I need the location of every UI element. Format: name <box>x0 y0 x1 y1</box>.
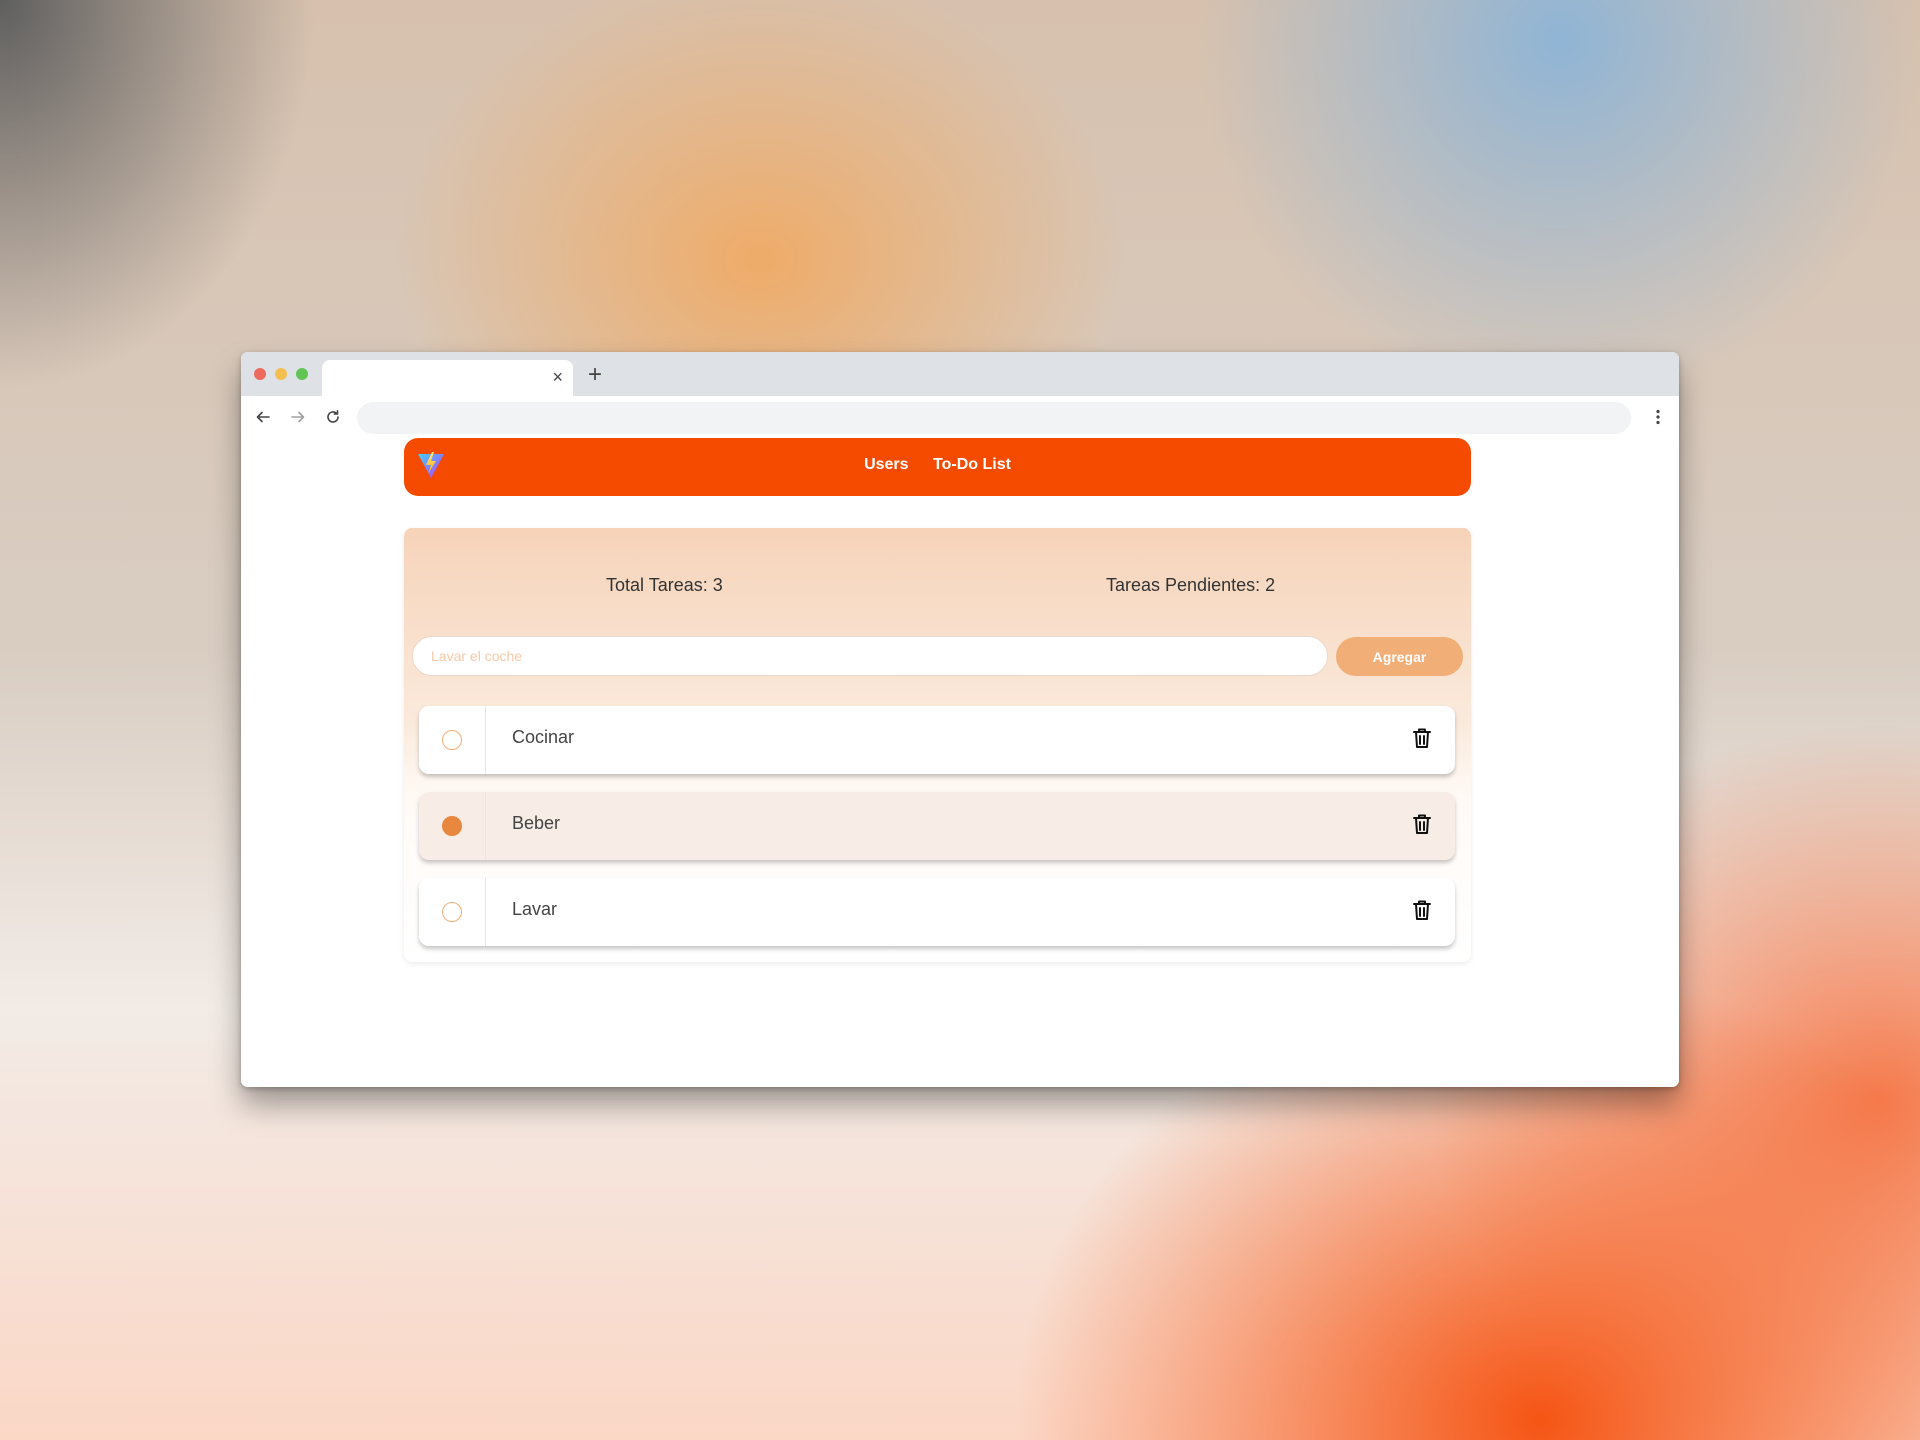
task-checkbox-checked[interactable] <box>442 816 462 836</box>
nav-link-users[interactable]: Users <box>864 456 908 474</box>
minimize-window-button[interactable] <box>275 368 287 380</box>
address-bar[interactable] <box>357 402 1631 434</box>
maximize-window-button[interactable] <box>296 368 308 380</box>
task-divider <box>485 878 486 946</box>
task-divider <box>485 706 486 774</box>
reload-icon[interactable] <box>322 406 344 428</box>
close-window-button[interactable] <box>254 368 266 380</box>
task-checkbox[interactable] <box>442 902 462 922</box>
nav-link-todo-list[interactable]: To-Do List <box>933 456 1011 474</box>
task-label: Cocinar <box>512 727 575 747</box>
browser-toolbar <box>241 396 1679 438</box>
browser-tab[interactable]: × <box>322 360 573 396</box>
browser-window: × + Users To-Do List Total Tareas: 3 Tar… <box>241 352 1679 1087</box>
task-list: Cocinar Beber Lavar <box>419 706 1455 964</box>
back-arrow-icon[interactable] <box>252 406 274 428</box>
task-item: Lavar <box>419 878 1455 946</box>
task-label: Lavar <box>512 899 558 919</box>
add-task-button[interactable]: Agregar <box>1336 637 1463 676</box>
page-viewport: Users To-Do List Total Tareas: 3 Tareas … <box>241 438 1679 1087</box>
new-tab-icon[interactable]: + <box>588 363 602 387</box>
kebab-menu-icon[interactable] <box>1647 406 1669 428</box>
forward-arrow-icon[interactable] <box>287 406 309 428</box>
trash-icon[interactable] <box>1411 898 1433 922</box>
task-item: Beber <box>419 792 1455 860</box>
todo-card: Total Tareas: 3 Tareas Pendientes: 2 Agr… <box>404 528 1471 962</box>
trash-icon[interactable] <box>1411 726 1433 750</box>
total-tasks-count: Total Tareas: 3 <box>606 575 723 595</box>
app-navbar: Users To-Do List <box>404 438 1471 496</box>
new-task-input[interactable] <box>412 636 1328 676</box>
task-label: Beber <box>512 813 561 833</box>
task-checkbox[interactable] <box>442 730 462 750</box>
pending-tasks-count: Tareas Pendientes: 2 <box>1106 575 1276 595</box>
tab-close-icon[interactable]: × <box>552 367 563 387</box>
tab-strip: × + <box>241 352 1679 396</box>
nav-links: Users To-Do List <box>404 456 1471 474</box>
task-divider <box>485 792 486 860</box>
task-item: Cocinar <box>419 706 1455 774</box>
trash-icon[interactable] <box>1411 812 1433 836</box>
